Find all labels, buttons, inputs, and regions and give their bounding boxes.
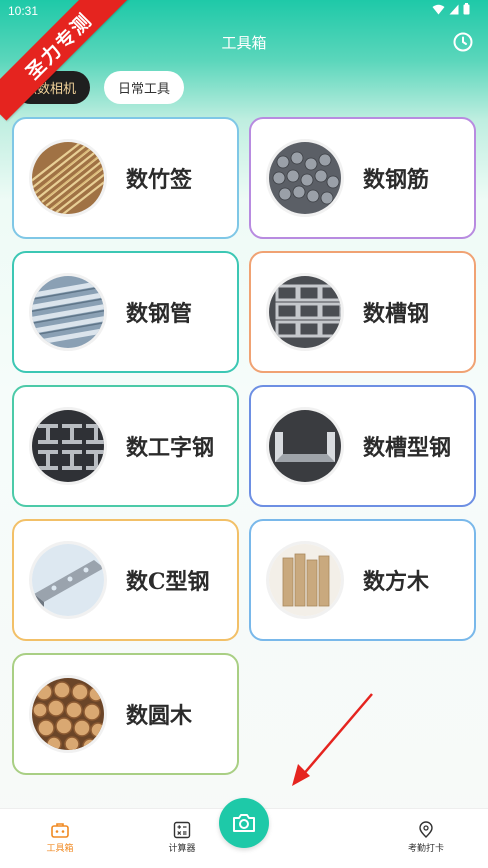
tool-label: 数工字钢 bbox=[126, 435, 215, 461]
status-time: 10:31 bbox=[8, 4, 39, 18]
steel-pipe-image bbox=[32, 276, 104, 348]
nav-checkin[interactable]: 考勤打卡 bbox=[396, 821, 456, 854]
tool-card-ibeam[interactable]: 数工字钢 bbox=[12, 385, 239, 507]
tab-label: 日常工具 bbox=[118, 82, 171, 97]
nav-label: 计算器 bbox=[168, 844, 196, 854]
battery-icon bbox=[463, 3, 470, 15]
camera-button[interactable] bbox=[219, 798, 269, 848]
tab-daily-tools[interactable]: 日常工具 bbox=[104, 71, 185, 104]
history-button[interactable] bbox=[452, 31, 474, 53]
tool-card-pipe[interactable]: 数钢管 bbox=[12, 251, 239, 373]
clock-icon bbox=[453, 32, 473, 52]
signal-icon bbox=[449, 4, 459, 14]
tool-label: 数钢筋 bbox=[363, 167, 430, 193]
tool-label: 数槽钢 bbox=[363, 301, 430, 327]
nav-toolbox[interactable]: 工具箱 bbox=[30, 821, 90, 854]
nav-label: 考勤打卡 bbox=[407, 844, 444, 854]
channel-steel-image bbox=[269, 276, 341, 348]
status-icons bbox=[432, 3, 470, 15]
tool-card-timber[interactable]: 数方木 bbox=[249, 519, 476, 641]
tool-label: 数竹签 bbox=[126, 167, 193, 193]
nav-label: 工具箱 bbox=[46, 844, 74, 854]
tool-label: 数槽型钢 bbox=[363, 435, 452, 461]
c-channel-image bbox=[32, 544, 104, 616]
nav-calculator[interactable]: 计算器 bbox=[152, 821, 212, 854]
toolbox-icon bbox=[51, 823, 69, 838]
annotation-arrow bbox=[292, 693, 373, 786]
tool-label: 数C型钢 bbox=[126, 569, 210, 595]
tool-card-u-channel[interactable]: 数槽型钢 bbox=[249, 385, 476, 507]
tool-card-bamboo[interactable]: 数竹签 bbox=[12, 117, 239, 239]
tool-card-logs[interactable]: 数圆木 bbox=[12, 653, 239, 775]
bamboo-sticks-image bbox=[32, 142, 104, 214]
location-pin-icon bbox=[419, 821, 433, 838]
tool-label: 数方木 bbox=[363, 569, 430, 595]
calculator-icon bbox=[173, 821, 191, 839]
rebar-image bbox=[269, 142, 341, 214]
i-beam-image bbox=[32, 410, 104, 482]
u-channel-image bbox=[269, 410, 341, 482]
round-logs-image bbox=[32, 678, 104, 750]
tool-grid: 数竹签 数钢筋 数钢管 数槽钢 数工字钢 数槽型钢 数C型钢 数方木 数圆木 bbox=[12, 117, 476, 775]
tool-card-rebar[interactable]: 数钢筋 bbox=[249, 117, 476, 239]
tool-label: 数钢管 bbox=[126, 301, 193, 327]
square-timber-image bbox=[269, 544, 341, 616]
tool-card-c-channel[interactable]: 数C型钢 bbox=[12, 519, 239, 641]
tool-card-channel[interactable]: 数槽钢 bbox=[249, 251, 476, 373]
tool-label: 数圆木 bbox=[126, 703, 193, 729]
camera-icon bbox=[233, 814, 255, 832]
wifi-icon bbox=[432, 4, 445, 14]
